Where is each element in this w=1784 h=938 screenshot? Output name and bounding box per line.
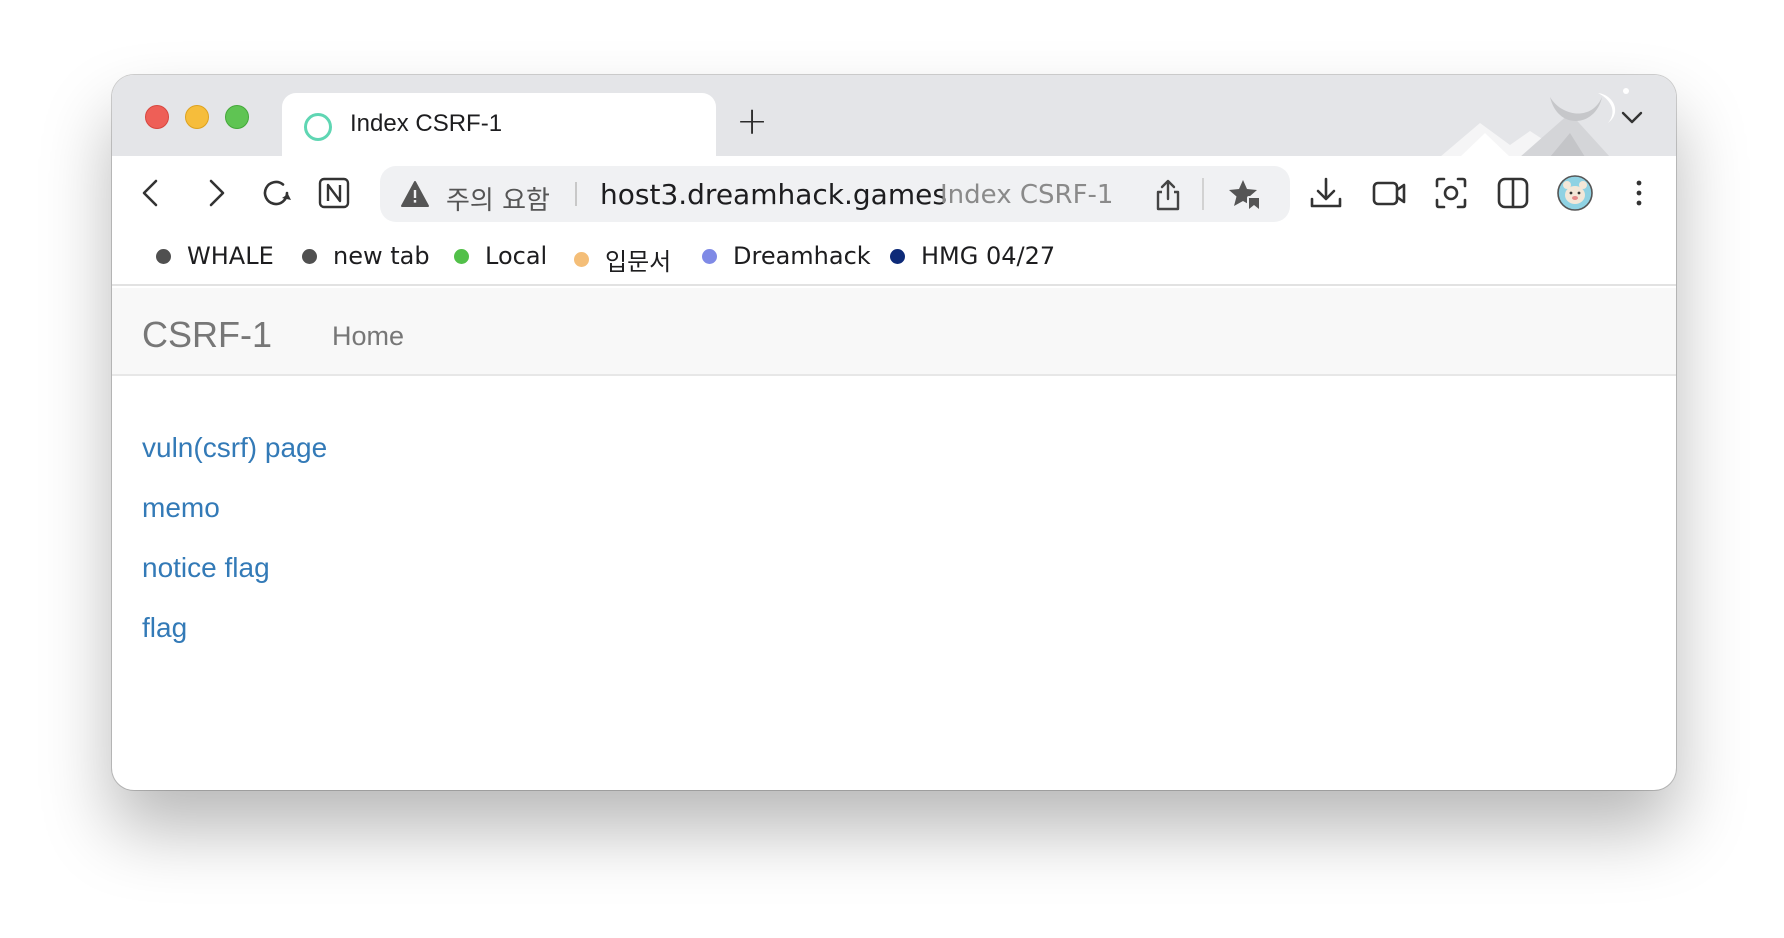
bookmark-label: new tab: [333, 242, 430, 270]
video-icon[interactable]: [1370, 174, 1408, 212]
divider: [1202, 178, 1204, 210]
screenshot-icon[interactable]: [1432, 174, 1470, 212]
tab-title: Index CSRF-1: [350, 110, 503, 137]
bookmark-new-tab[interactable]: new tab: [302, 242, 430, 270]
bookmark-label: HMG 04/27: [921, 242, 1056, 270]
bookmark-label: Dreamhack: [733, 242, 871, 270]
page-navbar: CSRF-1 Home: [112, 288, 1676, 376]
close-window-button[interactable]: [145, 105, 169, 129]
divider: [575, 182, 577, 206]
share-icon[interactable]: [1152, 178, 1184, 212]
security-warning-text[interactable]: 주의 요함: [446, 180, 550, 217]
url-host[interactable]: host3.dreamhack.games: [600, 178, 947, 211]
browser-toolbar: 주의 요함 host3.dreamhack.games Index CSRF-1: [112, 156, 1676, 230]
whale-decoration-icon: [1440, 88, 1629, 157]
address-bar[interactable]: 주의 요함 host3.dreamhack.games Index CSRF-1: [380, 166, 1290, 222]
bookmark-dot-icon: [574, 252, 589, 267]
bookmark-whale[interactable]: WHALE: [156, 242, 274, 270]
flag-link[interactable]: flag: [142, 610, 327, 670]
bookmark-dot-icon: [302, 248, 317, 264]
more-icon[interactable]: [1620, 174, 1658, 212]
forward-icon[interactable]: [197, 174, 235, 212]
back-icon[interactable]: [132, 174, 170, 212]
n-app-icon[interactable]: [315, 174, 353, 212]
tab-strip: Index CSRF-1 +: [112, 75, 1676, 157]
bookmark-hmg[interactable]: HMG 04/27: [890, 242, 1055, 270]
browser-window: Index CSRF-1 + 주의 요함 host3.dreamhack.gam…: [112, 75, 1676, 790]
bookmark-star-icon[interactable]: [1228, 178, 1264, 212]
chevron-down-icon[interactable]: [1618, 103, 1646, 131]
bookmark-label: WHALE: [187, 242, 274, 270]
ring-icon: [304, 113, 332, 141]
bookmark-dot-icon: [454, 248, 469, 264]
memo-link[interactable]: memo: [142, 490, 327, 550]
sidebar-icon[interactable]: [1494, 174, 1532, 212]
maximize-window-button[interactable]: [225, 105, 249, 129]
minimize-window-button[interactable]: [185, 105, 209, 129]
bookmark-dot-icon: [702, 248, 717, 264]
bookmark-local[interactable]: Local: [454, 242, 547, 270]
bookmarks-bar: WHALE new tab Local 입문서 Dreamhack HMG 04…: [112, 230, 1676, 286]
warning-icon[interactable]: [400, 180, 430, 208]
nav-link-home[interactable]: Home: [332, 321, 404, 352]
url-page-title[interactable]: Index CSRF-1: [940, 180, 1113, 210]
bookmark-label: Local: [485, 242, 548, 270]
tab-active[interactable]: Index CSRF-1: [282, 93, 716, 157]
bookmark-label: 입문서: [605, 248, 672, 276]
bookmark-dreamhack[interactable]: Dreamhack: [702, 242, 871, 270]
notice-flag-link[interactable]: notice flag: [142, 550, 327, 610]
reload-icon[interactable]: [257, 174, 295, 212]
bookmark-dot-icon: [156, 248, 171, 264]
page-links: vuln(csrf) page memo notice flag flag: [142, 430, 327, 670]
vuln-csrf-link[interactable]: vuln(csrf) page: [142, 430, 327, 490]
bookmark-guide[interactable]: 입문서: [574, 242, 671, 277]
download-icon[interactable]: [1307, 174, 1345, 212]
bookmark-dot-icon: [890, 248, 905, 264]
navbar-brand[interactable]: CSRF-1: [142, 314, 272, 356]
profile-avatar[interactable]: [1556, 174, 1594, 212]
new-tab-button[interactable]: +: [732, 101, 772, 141]
